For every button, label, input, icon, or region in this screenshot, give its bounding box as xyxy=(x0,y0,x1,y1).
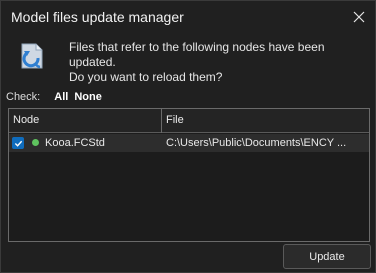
checkmark-icon xyxy=(14,140,22,147)
close-icon xyxy=(353,11,365,23)
column-header-file[interactable]: File xyxy=(166,114,184,126)
check-all-link[interactable]: All xyxy=(54,91,68,103)
table-row[interactable]: Kooa.FCStd C:\Users\Public\Documents\ENC… xyxy=(9,134,369,152)
message-text: Files that refer to the following nodes … xyxy=(69,40,369,85)
check-controls: Check: All None xyxy=(6,90,108,104)
table-header: Node File xyxy=(9,109,369,133)
file-cell: C:\Users\Public\Documents\ENCY ... xyxy=(166,137,347,149)
check-label: Check: xyxy=(6,91,41,103)
nodes-table: Node File Kooa.FCStd C:\Users\Public\Doc… xyxy=(8,108,370,242)
title-bar: Model files update manager xyxy=(1,1,375,33)
row-checkbox[interactable] xyxy=(12,137,24,149)
message-line-1: Files that refer to the following nodes … xyxy=(69,40,325,69)
node-cell: Kooa.FCStd xyxy=(45,137,105,149)
status-dot-icon xyxy=(32,139,39,146)
column-header-node[interactable]: Node xyxy=(13,114,39,126)
message-line-2: Do you want to reload them? xyxy=(69,70,223,84)
update-button[interactable]: Update xyxy=(283,244,371,269)
window-title: Model files update manager xyxy=(11,9,184,25)
check-none-link[interactable]: None xyxy=(74,91,102,103)
close-button[interactable] xyxy=(349,7,369,27)
refresh-document-icon xyxy=(17,41,49,73)
dialog-window: Model files update manager Files that re… xyxy=(0,0,376,273)
column-separator[interactable] xyxy=(161,109,162,133)
